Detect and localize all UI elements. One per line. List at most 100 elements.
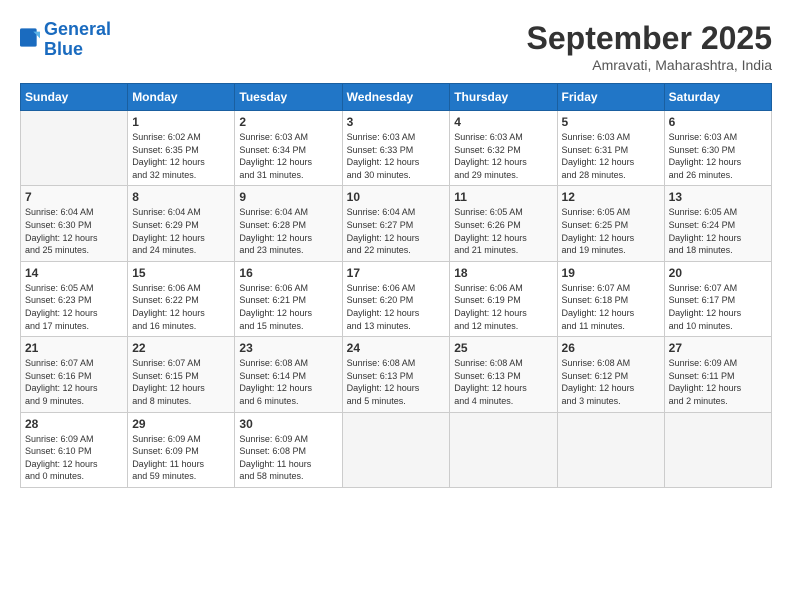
day-number: 14 <box>25 266 123 280</box>
day-number: 20 <box>669 266 767 280</box>
calendar-cell: 4 Sunrise: 6:03 AM Sunset: 6:32 PM Daylig… <box>450 111 557 186</box>
day-number: 16 <box>239 266 337 280</box>
calendar-cell: 26Sunrise: 6:08 AM Sunset: 6:12 PM Dayli… <box>557 337 664 412</box>
day-number: 11 <box>454 190 552 204</box>
day-info: Sunrise: 6:04 AM Sunset: 6:30 PM Dayligh… <box>25 206 123 256</box>
calendar-week-3: 14 Sunrise: 6:05 AM Sunset: 6:23 PM Dayli… <box>21 261 772 336</box>
calendar-cell: 16 Sunrise: 6:06 AM Sunset: 6:21 PM Dayli… <box>235 261 342 336</box>
logo-text: General Blue <box>44 20 111 60</box>
day-number: 15 <box>132 266 230 280</box>
day-number: 5 <box>562 115 660 129</box>
calendar-cell <box>342 412 450 487</box>
day-number: 18 <box>454 266 552 280</box>
day-number: 17 <box>347 266 446 280</box>
day-number: 28 <box>25 417 123 431</box>
calendar-cell: 25 Sunrise: 6:08 AM Sunset: 6:13 PM Dayli… <box>450 337 557 412</box>
calendar-cell: 6Sunrise: 6:03 AM Sunset: 6:30 PM Daylig… <box>664 111 771 186</box>
day-header-sunday: Sunday <box>21 84 128 111</box>
day-info: Sunrise: 6:05 AM Sunset: 6:23 PM Dayligh… <box>25 282 123 332</box>
calendar-week-2: 7 Sunrise: 6:04 AM Sunset: 6:30 PM Daylig… <box>21 186 772 261</box>
calendar-cell: 29 Sunrise: 6:09 AM Sunset: 6:09 PM Dayli… <box>128 412 235 487</box>
day-info: Sunrise: 6:06 AM Sunset: 6:22 PM Dayligh… <box>132 282 230 332</box>
day-number: 4 <box>454 115 552 129</box>
calendar-cell: 1 Sunrise: 6:02 AM Sunset: 6:35 PM Daylig… <box>128 111 235 186</box>
day-info: Sunrise: 6:08 AM Sunset: 6:14 PM Dayligh… <box>239 357 337 407</box>
calendar-cell: 8 Sunrise: 6:04 AM Sunset: 6:29 PM Daylig… <box>128 186 235 261</box>
calendar-cell: 23 Sunrise: 6:08 AM Sunset: 6:14 PM Dayli… <box>235 337 342 412</box>
day-header-saturday: Saturday <box>664 84 771 111</box>
day-info: Sunrise: 6:05 AM Sunset: 6:25 PM Dayligh… <box>562 206 660 256</box>
calendar-cell: 10 Sunrise: 6:04 AM Sunset: 6:27 PM Dayli… <box>342 186 450 261</box>
day-info: Sunrise: 6:07 AM Sunset: 6:16 PM Dayligh… <box>25 357 123 407</box>
day-info: Sunrise: 6:04 AM Sunset: 6:27 PM Dayligh… <box>347 206 446 256</box>
day-info: Sunrise: 6:08 AM Sunset: 6:13 PM Dayligh… <box>454 357 552 407</box>
calendar-cell <box>664 412 771 487</box>
day-number: 10 <box>347 190 446 204</box>
calendar-cell: 3 Sunrise: 6:03 AM Sunset: 6:33 PM Daylig… <box>342 111 450 186</box>
day-info: Sunrise: 6:03 AM Sunset: 6:33 PM Dayligh… <box>347 131 446 181</box>
day-number: 24 <box>347 341 446 355</box>
calendar-cell: 14 Sunrise: 6:05 AM Sunset: 6:23 PM Dayli… <box>21 261 128 336</box>
day-number: 26 <box>562 341 660 355</box>
day-header-monday: Monday <box>128 84 235 111</box>
calendar-cell: 17Sunrise: 6:06 AM Sunset: 6:20 PM Dayli… <box>342 261 450 336</box>
day-number: 9 <box>239 190 337 204</box>
calendar-week-4: 21 Sunrise: 6:07 AM Sunset: 6:16 PM Dayli… <box>21 337 772 412</box>
day-info: Sunrise: 6:09 AM Sunset: 6:11 PM Dayligh… <box>669 357 767 407</box>
day-info: Sunrise: 6:09 AM Sunset: 6:08 PM Dayligh… <box>239 433 337 483</box>
calendar-cell: 18 Sunrise: 6:06 AM Sunset: 6:19 PM Dayli… <box>450 261 557 336</box>
calendar-week-5: 28 Sunrise: 6:09 AM Sunset: 6:10 PM Dayli… <box>21 412 772 487</box>
calendar-cell: 20 Sunrise: 6:07 AM Sunset: 6:17 PM Dayli… <box>664 261 771 336</box>
day-number: 21 <box>25 341 123 355</box>
day-number: 25 <box>454 341 552 355</box>
day-number: 7 <box>25 190 123 204</box>
calendar-cell <box>557 412 664 487</box>
day-info: Sunrise: 6:09 AM Sunset: 6:09 PM Dayligh… <box>132 433 230 483</box>
day-info: Sunrise: 6:03 AM Sunset: 6:30 PM Dayligh… <box>669 131 767 181</box>
day-number: 23 <box>239 341 337 355</box>
day-info: Sunrise: 6:06 AM Sunset: 6:19 PM Dayligh… <box>454 282 552 332</box>
calendar-cell <box>21 111 128 186</box>
calendar-cell: 27Sunrise: 6:09 AM Sunset: 6:11 PM Dayli… <box>664 337 771 412</box>
day-info: Sunrise: 6:05 AM Sunset: 6:24 PM Dayligh… <box>669 206 767 256</box>
calendar-cell: 9Sunrise: 6:04 AM Sunset: 6:28 PM Daylig… <box>235 186 342 261</box>
day-info: Sunrise: 6:03 AM Sunset: 6:32 PM Dayligh… <box>454 131 552 181</box>
calendar-cell: 30 Sunrise: 6:09 AM Sunset: 6:08 PM Dayli… <box>235 412 342 487</box>
calendar-cell: 22Sunrise: 6:07 AM Sunset: 6:15 PM Dayli… <box>128 337 235 412</box>
day-info: Sunrise: 6:07 AM Sunset: 6:15 PM Dayligh… <box>132 357 230 407</box>
calendar-cell: 11 Sunrise: 6:05 AM Sunset: 6:26 PM Dayli… <box>450 186 557 261</box>
day-info: Sunrise: 6:03 AM Sunset: 6:34 PM Dayligh… <box>239 131 337 181</box>
logo-line1: General <box>44 19 111 39</box>
day-info: Sunrise: 6:07 AM Sunset: 6:17 PM Dayligh… <box>669 282 767 332</box>
day-number: 13 <box>669 190 767 204</box>
month-title: September 2025 <box>527 20 772 57</box>
calendar-cell: 7 Sunrise: 6:04 AM Sunset: 6:30 PM Daylig… <box>21 186 128 261</box>
day-info: Sunrise: 6:04 AM Sunset: 6:29 PM Dayligh… <box>132 206 230 256</box>
calendar-table: SundayMondayTuesdayWednesdayThursdayFrid… <box>20 83 772 488</box>
day-number: 3 <box>347 115 446 129</box>
calendar-cell: 28 Sunrise: 6:09 AM Sunset: 6:10 PM Dayli… <box>21 412 128 487</box>
logo: General Blue <box>20 20 111 60</box>
calendar-cell: 12 Sunrise: 6:05 AM Sunset: 6:25 PM Dayli… <box>557 186 664 261</box>
day-number: 2 <box>239 115 337 129</box>
day-number: 30 <box>239 417 337 431</box>
day-header-thursday: Thursday <box>450 84 557 111</box>
calendar-header-row: SundayMondayTuesdayWednesdayThursdayFrid… <box>21 84 772 111</box>
day-info: Sunrise: 6:09 AM Sunset: 6:10 PM Dayligh… <box>25 433 123 483</box>
day-info: Sunrise: 6:03 AM Sunset: 6:31 PM Dayligh… <box>562 131 660 181</box>
day-info: Sunrise: 6:05 AM Sunset: 6:26 PM Dayligh… <box>454 206 552 256</box>
day-number: 29 <box>132 417 230 431</box>
day-number: 8 <box>132 190 230 204</box>
day-info: Sunrise: 6:08 AM Sunset: 6:13 PM Dayligh… <box>347 357 446 407</box>
day-number: 1 <box>132 115 230 129</box>
day-info: Sunrise: 6:07 AM Sunset: 6:18 PM Dayligh… <box>562 282 660 332</box>
day-number: 12 <box>562 190 660 204</box>
day-info: Sunrise: 6:06 AM Sunset: 6:21 PM Dayligh… <box>239 282 337 332</box>
calendar-cell <box>450 412 557 487</box>
calendar-cell: 21 Sunrise: 6:07 AM Sunset: 6:16 PM Dayli… <box>21 337 128 412</box>
location-subtitle: Amravati, Maharashtra, India <box>527 57 772 73</box>
day-info: Sunrise: 6:02 AM Sunset: 6:35 PM Dayligh… <box>132 131 230 181</box>
calendar-body: 1 Sunrise: 6:02 AM Sunset: 6:35 PM Daylig… <box>21 111 772 488</box>
day-header-wednesday: Wednesday <box>342 84 450 111</box>
title-block: September 2025 Amravati, Maharashtra, In… <box>527 20 772 73</box>
